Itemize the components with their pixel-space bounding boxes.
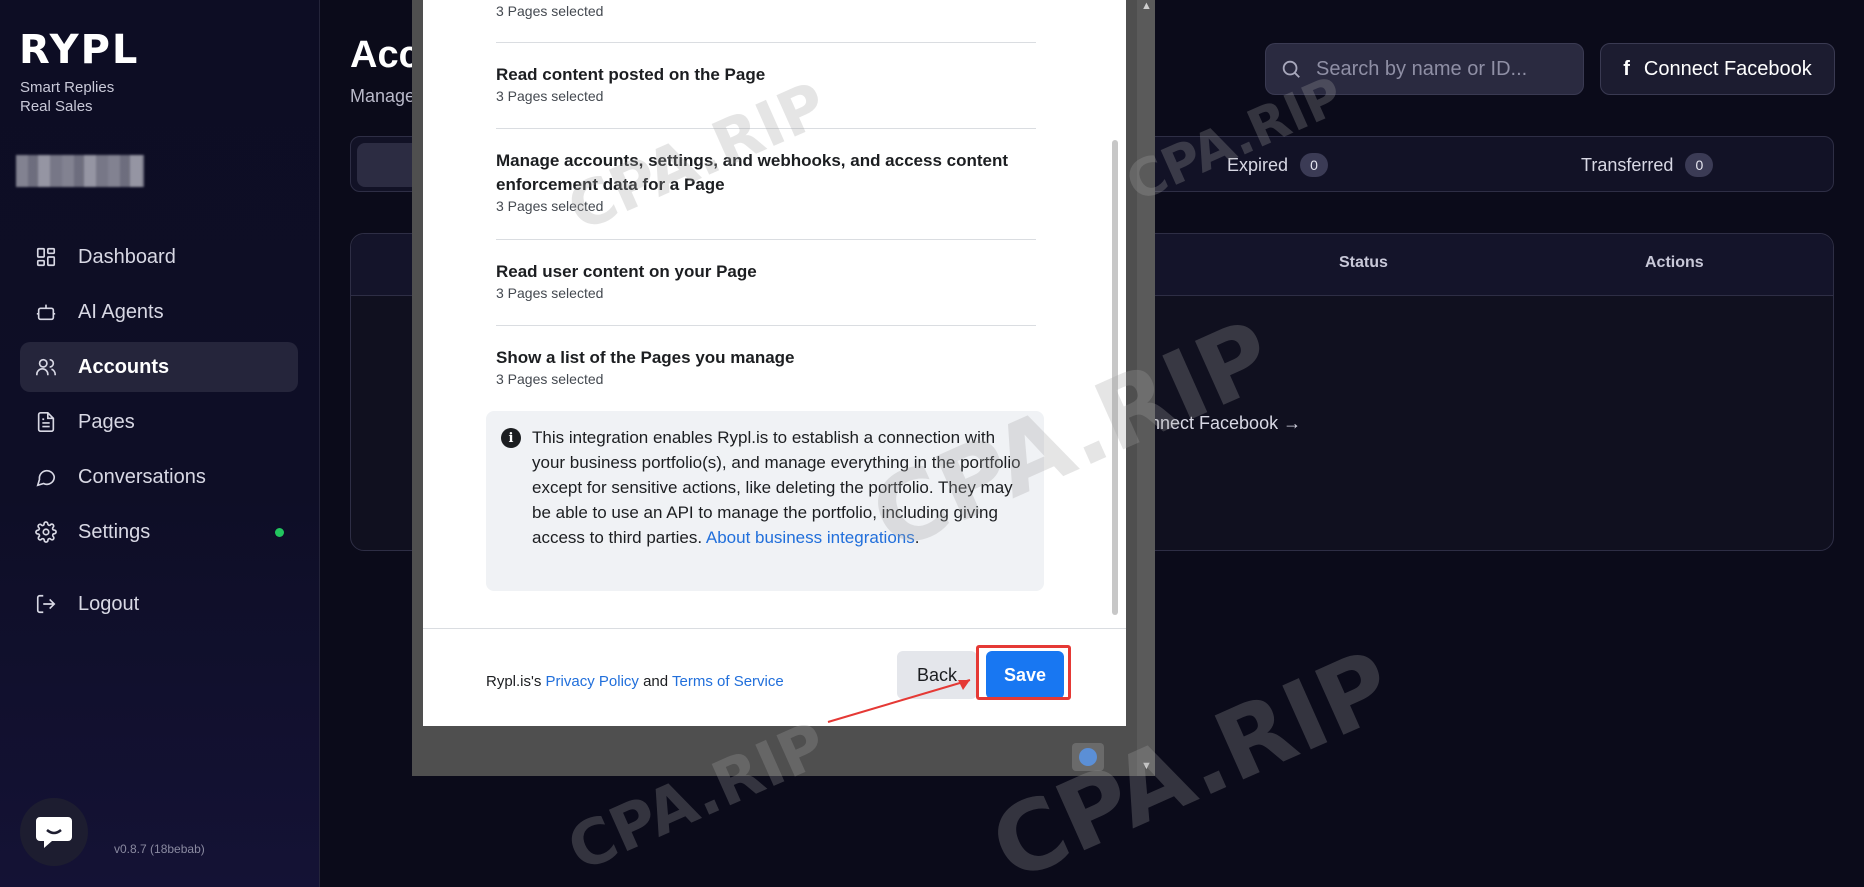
permission-title: Read content posted on the Page: [496, 65, 766, 84]
annotation-arrow: [827, 679, 971, 723]
divider: [496, 239, 1036, 240]
divider: [496, 325, 1036, 326]
dialog-scrollbar-thumb[interactable]: [1112, 140, 1118, 615]
users-icon: [34, 355, 58, 379]
facebook-icon: f: [1623, 57, 1630, 80]
column-actions: Actions: [1645, 254, 1704, 271]
divider: [496, 128, 1036, 129]
document-icon: [34, 410, 58, 434]
permission-title: Read user content on your Page: [496, 262, 757, 281]
integration-info-box: i This integration enables Rypl.is to es…: [486, 411, 1044, 591]
dashboard-icon: [34, 245, 58, 269]
robot-icon: [34, 300, 58, 324]
sidebar-item-label: Dashboard: [78, 245, 176, 268]
permission-title: Show a list of the Pages you manage: [496, 348, 795, 367]
tagline-line-2: Real Sales: [20, 98, 93, 115]
permission-item: 3 Pages selected: [496, 2, 1036, 20]
support-chat-button[interactable]: [20, 798, 88, 866]
count-badge: 0: [1300, 153, 1329, 177]
about-business-integrations-link[interactable]: About business integrations: [706, 528, 915, 547]
permission-subtitle: 3 Pages selected: [496, 88, 604, 104]
save-highlight-box: [976, 645, 1071, 700]
logout-label: Logout: [78, 592, 140, 615]
sidebar-item-label: AI Agents: [78, 300, 164, 323]
sidebar-item-accounts[interactable]: Accounts: [20, 342, 298, 392]
page-subtitle: Manage: [350, 86, 416, 106]
permission-title: Manage accounts, settings, and webhooks,…: [496, 151, 1009, 194]
info-icon: i: [501, 428, 521, 448]
sidebar-item-ai-agents[interactable]: AI Agents: [20, 287, 298, 337]
sidebar-item-dashboard[interactable]: Dashboard: [20, 232, 298, 282]
sidebar: RYPL Smart Replies Real Sales Dashboard …: [0, 0, 320, 887]
sidebar-item-label: Settings: [78, 520, 151, 543]
permission-subtitle: 3 Pages selected: [496, 371, 604, 387]
sidebar-item-pages[interactable]: Pages: [20, 397, 298, 447]
permission-subtitle: 3 Pages selected: [496, 3, 604, 19]
permission-item: Read content posted on the Page 3 Pages …: [496, 63, 1036, 105]
chat-icon: [34, 465, 58, 489]
logout-icon: [34, 592, 58, 616]
scroll-up-icon[interactable]: ▲: [1141, 0, 1152, 12]
app-version: v0.8.7 (18bebab): [114, 842, 205, 856]
page-title: Acc: [350, 34, 420, 76]
terms-of-service-link[interactable]: Terms of Service: [672, 673, 784, 690]
legal-and: and: [643, 673, 669, 690]
sidebar-item-conversations[interactable]: Conversations: [20, 452, 298, 502]
sidebar-item-label: Conversations: [78, 465, 206, 488]
connect-facebook-link[interactable]: nnect Facebook →: [1150, 413, 1301, 434]
divider: [496, 42, 1036, 43]
sidebar-item-label: Accounts: [78, 355, 170, 378]
app-logo[interactable]: RYPL: [19, 30, 139, 70]
column-status: Status: [1339, 254, 1388, 271]
window-scrollbar[interactable]: ▲ ▼: [1137, 0, 1155, 776]
app-tagline: Smart Replies Real Sales: [20, 78, 114, 116]
search-icon: [1282, 60, 1300, 78]
permission-subtitle: 3 Pages selected: [496, 285, 604, 301]
globe-icon[interactable]: [1072, 743, 1104, 771]
gear-icon: [34, 520, 58, 544]
legal-text: Rypl.is's Privacy Policy and Terms of Se…: [486, 673, 784, 690]
sidebar-item-label: Pages: [78, 410, 135, 433]
permission-item: Show a list of the Pages you manage 3 Pa…: [496, 346, 1036, 388]
connect-facebook-label: Connect Facebook: [1643, 57, 1812, 80]
scroll-down-icon[interactable]: ▼: [1141, 760, 1152, 772]
logout-button[interactable]: Logout: [20, 579, 298, 629]
count-badge: 0: [1685, 153, 1714, 177]
permission-subtitle: 3 Pages selected: [496, 198, 604, 214]
tab-expired[interactable]: Expired 0: [1227, 137, 1329, 193]
search-box[interactable]: [1265, 43, 1584, 95]
tab-label: Transferred: [1581, 154, 1674, 175]
connect-facebook-button[interactable]: f Connect Facebook: [1600, 43, 1835, 95]
blurred-user-name: [16, 155, 144, 187]
privacy-policy-link[interactable]: Privacy Policy: [546, 673, 639, 690]
tab-transferred[interactable]: Transferred 0: [1581, 137, 1714, 193]
search-input[interactable]: [1316, 57, 1566, 81]
facebook-permissions-dialog: 3 Pages selected Read content posted on …: [423, 0, 1126, 726]
sidebar-item-settings[interactable]: Settings: [20, 507, 298, 557]
tab-label: Expired: [1227, 154, 1289, 175]
permission-item: Read user content on your Page 3 Pages s…: [496, 260, 1036, 302]
tagline-line-1: Smart Replies: [20, 79, 115, 96]
chat-bubble-icon: [36, 817, 72, 848]
info-end: .: [914, 528, 920, 547]
permission-item: Manage accounts, settings, and webhooks,…: [496, 149, 1036, 215]
sidebar-nav: Dashboard AI Agents Accounts Pages Conve…: [20, 232, 298, 634]
legal-prefix: Rypl.is's: [486, 673, 542, 690]
online-status-dot: [275, 527, 284, 537]
